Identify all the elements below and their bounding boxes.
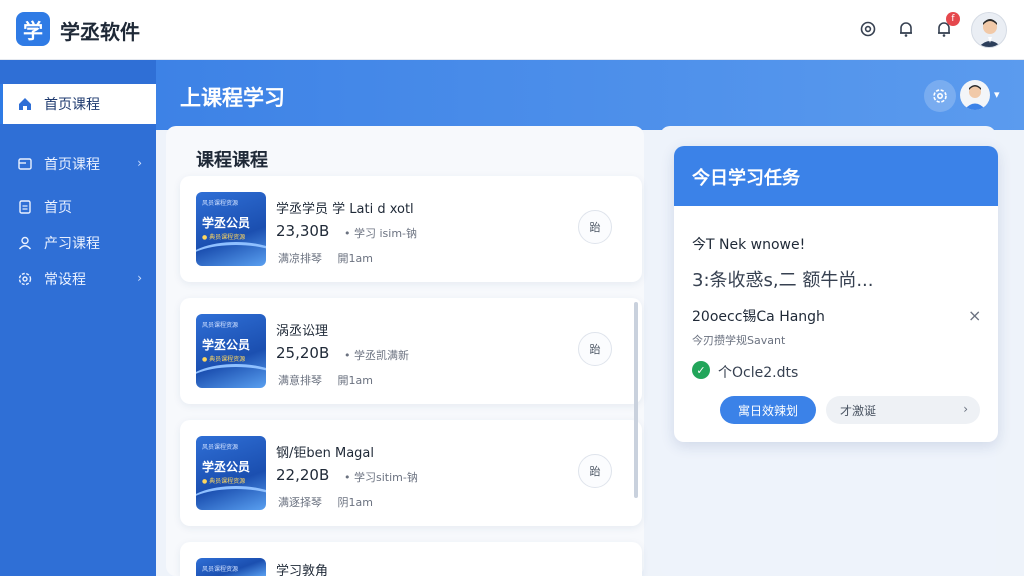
thumbnail-title: 学丞公员 [202, 460, 251, 474]
bell-icon[interactable] [895, 18, 917, 40]
user-avatar[interactable] [971, 12, 1007, 48]
course-tag: 满意排琴 [278, 374, 322, 387]
course-action-button[interactable]: 跆 [578, 332, 612, 366]
settings-icon[interactable] [857, 18, 879, 40]
app-logo[interactable]: 学 [16, 12, 50, 46]
user-avatar[interactable] [960, 80, 990, 110]
task-summary: 3:条收惑s,二 额牛尚... [692, 270, 874, 291]
task-greeting: 今T Nek wnowe! [692, 237, 806, 253]
course-panel-heading: 课程课程 [196, 150, 268, 171]
course-thumbnail: 风员课程资源 学丞公员 ● 典员课程资源 [196, 192, 266, 266]
thumbnail-title: 学丞公员 [202, 338, 251, 352]
course-tag: 阴1am [337, 496, 373, 509]
task-completed-item: 个Ocle2.dts [718, 365, 799, 381]
course-tag: 開1am [337, 252, 373, 265]
course-count: 23,30B [276, 222, 330, 240]
top-bar: 学 学丞软件 f [0, 0, 1024, 60]
task-secondary-button[interactable]: 才激诞 › [826, 396, 980, 424]
thumbnail-caption: 风员课程资源 [202, 200, 239, 207]
sidebar: 首页课程 首页课程 › 首页 产习课程 常设程 › [0, 60, 156, 576]
thumbnail-wave [196, 242, 266, 266]
page-header [156, 60, 1024, 130]
course-card[interactable]: 风员课程资源 学丞公员 ● 典员课程资源 钢/钜ben Magal 22,20B… [180, 420, 642, 526]
close-icon[interactable]: × [968, 306, 981, 325]
course-thumbnail: 风员课程资源 学丞公员 ● 典员课程资源 [196, 436, 266, 510]
course-meta-text: 学习sitim-钠 [354, 471, 418, 484]
task-item-title: 20oecc锡Ca Hangh [692, 309, 825, 325]
thumbnail-title: 学丞公员 [202, 216, 251, 230]
course-meta: • 学习sitim-钠 [344, 471, 418, 484]
home-icon [16, 95, 34, 113]
course-count: 22,20B [276, 466, 330, 484]
sidebar-item-courses[interactable]: 首页课程 › [0, 144, 156, 184]
course-action-button[interactable]: 跆 [578, 210, 612, 244]
book-icon [16, 155, 34, 173]
gear-icon [16, 270, 34, 288]
thumbnail-subtitle: ● 典员课程资源 [202, 356, 246, 363]
course-card[interactable]: 风员课程资源 学丞公员 ● 典员课程资源 涡丞讼理 25,20B • 学丞凯满新… [180, 298, 642, 404]
course-meta-text: 学丞凯满新 [354, 349, 409, 362]
course-title: 学习敦角 [276, 564, 329, 576]
sidebar-item-label: 常设程 [44, 272, 86, 288]
sidebar-item-home-courses[interactable]: 首页课程 [0, 84, 156, 124]
daily-task-card: 今日学习任务 今T Nek wnowe! 3:条收惑s,二 额牛尚... 20o… [674, 146, 998, 442]
thumbnail-wave [196, 364, 266, 388]
chevron-right-icon: › [963, 402, 968, 416]
course-meta: • 学习 isim-钠 [344, 227, 418, 240]
sidebar-item-settings[interactable]: 常设程 › [0, 259, 156, 299]
settings-icon[interactable] [924, 80, 956, 112]
sidebar-item-home[interactable]: 首页 [0, 187, 156, 227]
course-tag: 满逐择琴 [278, 496, 322, 509]
task-primary-button[interactable]: 寓日效辣划 [720, 396, 816, 424]
sidebar-item-label: 首页 [44, 200, 72, 216]
course-tags: 满凉排琴 開1am [278, 250, 385, 266]
thumbnail-subtitle: ● 典员课程资源 [202, 234, 246, 241]
sidebar-item-label: 首页课程 [44, 97, 100, 113]
chevron-right-icon: › [137, 156, 142, 170]
page-title: 上课程学习 [180, 86, 285, 110]
thumbnail-caption: 风员课程资源 [202, 444, 239, 451]
task-item-subtitle: 今刃攒学规Savant [692, 334, 786, 347]
user-icon [16, 234, 34, 252]
course-action-button[interactable]: 跆 [578, 454, 612, 488]
course-tag: 開1am [337, 374, 373, 387]
course-list-scrollbar[interactable] [634, 302, 638, 498]
course-title: 涡丞讼理 [276, 324, 329, 339]
task-card-title: 今日学习任务 [692, 168, 800, 189]
sidebar-item-practice-courses[interactable]: 产习课程 [0, 223, 156, 263]
notification-badge: f [946, 12, 960, 26]
thumbnail-caption: 风员课程资源 [202, 566, 239, 573]
course-card[interactable]: 风员课程资源 学丞公员 ● 典员课程资源 学丞学员 学 Lati d xotl … [180, 176, 642, 282]
course-card[interactable]: 风员课程资源 学习敦角 [180, 542, 642, 576]
course-thumbnail: 风员课程资源 学丞公员 ● 典员课程资源 [196, 314, 266, 388]
check-icon: ✓ [692, 361, 710, 379]
course-title: 学丞学员 学 Lati d xotl [276, 202, 414, 217]
task-card-header: 今日学习任务 [674, 146, 998, 206]
sidebar-item-label: 产习课程 [44, 236, 100, 252]
thumbnail-subtitle: ● 典员课程资源 [202, 478, 246, 485]
chevron-right-icon: › [137, 271, 142, 285]
course-tag: 满凉排琴 [278, 252, 322, 265]
app-title: 学丞软件 [60, 20, 140, 44]
thumbnail-wave [196, 486, 266, 510]
course-thumbnail: 风员课程资源 [196, 558, 266, 576]
thumbnail-caption: 风员课程资源 [202, 322, 239, 329]
task-secondary-label: 才激诞 [840, 403, 877, 418]
document-icon [16, 198, 34, 216]
course-count: 25,20B [276, 344, 330, 362]
course-tags: 满意排琴 開1am [278, 372, 385, 388]
chevron-down-icon[interactable]: ▾ [994, 88, 1000, 101]
sidebar-item-label: 首页课程 [44, 157, 100, 173]
course-meta: • 学丞凯满新 [344, 349, 409, 362]
course-meta-text: 学习 isim-钠 [354, 227, 418, 240]
course-title: 钢/钜ben Magal [276, 446, 375, 461]
course-tags: 满逐择琴 阴1am [278, 494, 385, 510]
